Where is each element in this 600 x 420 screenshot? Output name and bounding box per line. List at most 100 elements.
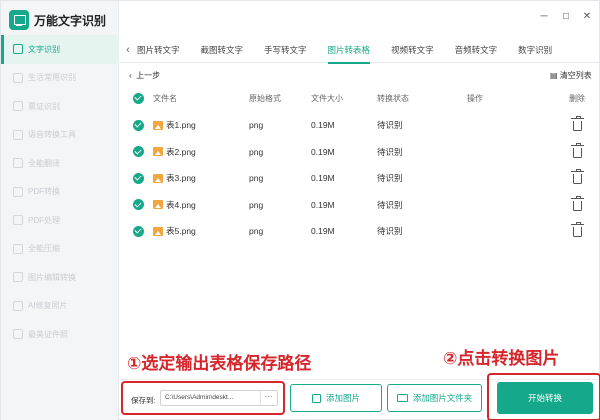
sidebar-item-icon xyxy=(13,101,23,112)
row-checkbox[interactable] xyxy=(132,119,144,131)
table-row: 表3.png png 0.19M 待识别 xyxy=(123,166,595,190)
annotation-step2: ②点击转换图片 xyxy=(443,349,560,368)
file-size: 0.19M xyxy=(311,226,335,236)
file-status: 待识别 xyxy=(377,226,403,236)
list-icon: ▤ xyxy=(550,71,558,80)
sidebar-item-label: 票证识别 xyxy=(28,101,60,111)
add-image-icon xyxy=(311,393,321,403)
row-checkbox[interactable] xyxy=(132,199,144,210)
maximize-icon[interactable]: □ xyxy=(559,11,573,22)
tab[interactable]: 图片转表格 xyxy=(327,37,370,64)
back-button[interactable]: ‹ 上一步 xyxy=(129,70,160,81)
annotation-step1: ①选定输出表格保存路径 xyxy=(127,354,312,373)
browse-more-button[interactable]: ··· xyxy=(260,391,276,405)
back-label: 上一步 xyxy=(136,71,161,80)
sidebar-item-label: 图片编辑转换 xyxy=(28,272,76,282)
sidebar-item[interactable]: 语音转换工具 xyxy=(1,121,119,150)
close-icon[interactable]: ✕ xyxy=(580,11,594,22)
sidebar-item-label: 语音转换工具 xyxy=(28,130,76,140)
add-folder-label: 添加图片文件夹 xyxy=(412,393,473,403)
file-name: 表2.png xyxy=(166,146,196,157)
sidebar-item[interactable]: 全能翻译 xyxy=(1,149,119,178)
sidebar-item-label: 全能压缩 xyxy=(28,244,60,254)
sidebar-item-label: PDF转换 xyxy=(28,187,60,197)
file-format: png xyxy=(249,226,264,236)
row-checkbox[interactable] xyxy=(132,146,144,157)
trash-icon[interactable] xyxy=(570,169,584,184)
sidebar-item-icon xyxy=(13,272,23,283)
sidebar-item-icon xyxy=(13,186,23,197)
folder-icon xyxy=(396,394,408,402)
image-file-icon xyxy=(153,173,163,183)
brand: 万能文字识别 xyxy=(9,9,106,31)
image-file-icon xyxy=(153,226,163,236)
header-delete: 删除 xyxy=(569,93,585,103)
sidebar-item[interactable]: PDF转换 xyxy=(1,178,119,207)
tab[interactable]: 视频转文字 xyxy=(391,37,434,63)
tab[interactable]: 图片转文字 xyxy=(137,37,180,63)
sidebar-item-icon xyxy=(13,44,23,55)
row-checkbox[interactable] xyxy=(132,225,144,237)
minimize-icon[interactable]: ─ xyxy=(537,11,551,22)
trash-icon[interactable] xyxy=(570,116,584,131)
sidebar-item[interactable]: 文字识别 xyxy=(1,35,119,64)
file-size: 0.19M xyxy=(311,173,335,183)
sidebar-item-icon xyxy=(13,243,23,254)
tab[interactable]: 音频转文字 xyxy=(455,37,498,63)
sidebar-item[interactable]: PDF处理 xyxy=(1,206,119,235)
start-convert-button[interactable]: 开始转换 xyxy=(497,382,593,414)
tab[interactable]: 手写转文字 xyxy=(264,37,307,63)
sidebar-item[interactable]: 最美证件照 xyxy=(1,320,119,349)
sidebar-item-label: 文字识别 xyxy=(28,44,60,54)
sidebar-item-label: AI修复照片 xyxy=(28,301,68,311)
sidebar-item[interactable]: AI修复照片 xyxy=(1,292,119,321)
sidebar-item-icon xyxy=(13,300,23,311)
header-format: 原始格式 xyxy=(249,93,281,103)
tab[interactable]: 数字识别 xyxy=(518,37,552,63)
sidebar-item-icon xyxy=(13,129,23,140)
sidebar-item-icon xyxy=(13,215,23,226)
trash-icon[interactable] xyxy=(570,222,584,237)
select-all-checkbox[interactable] xyxy=(132,92,144,104)
chevron-left-icon: ‹ xyxy=(129,71,132,80)
sidebar: 万能文字识别 文字识别生活常用识别 票证识别语音转换工具 全能翻译 PDF转换 PDF处… xyxy=(1,1,119,420)
clear-list-label: 清空列表 xyxy=(559,71,592,80)
sidebar-item[interactable]: 生活常用识别 xyxy=(1,64,119,93)
sidebar-item-icon xyxy=(13,158,23,169)
row-checkbox[interactable] xyxy=(132,172,144,184)
chevron-left-icon[interactable]: ‹ xyxy=(119,44,137,56)
add-image-label: 添加图片 xyxy=(325,393,360,403)
sidebar-item-icon xyxy=(13,72,23,83)
sidebar-item-label: 全能翻译 xyxy=(28,158,60,168)
table-header: 文件名 原始格式 文件大小 转换状态 操作 删除 xyxy=(123,87,595,109)
image-file-icon xyxy=(153,200,163,209)
add-image-button[interactable]: 添加图片 xyxy=(290,384,382,412)
trash-icon[interactable] xyxy=(570,195,584,211)
file-name: 表3.png xyxy=(166,173,196,183)
file-name: 表1.png xyxy=(166,120,196,130)
file-name: 表5.png xyxy=(166,226,196,236)
clear-list-button[interactable]: ▤ 清空列表 xyxy=(550,70,592,81)
sidebar-item-label: 生活常用识别 xyxy=(28,73,76,83)
sidebar-item-label: 最美证件照 xyxy=(28,329,68,339)
file-status: 待识别 xyxy=(377,146,403,157)
header-action: 操作 xyxy=(467,93,483,103)
tab-bar: ‹ 图片转文字 截图转文字 手写转文字 图片转表格 视频转文字 音频转文字 数字识别 xyxy=(119,37,600,64)
sidebar-item-icon xyxy=(13,329,23,340)
tab[interactable]: 截图转文字 xyxy=(201,37,244,63)
trash-icon[interactable] xyxy=(570,142,584,158)
header-status: 转换状态 xyxy=(377,93,409,103)
sidebar-item[interactable]: 图片编辑转换 xyxy=(1,263,119,292)
file-name: 表4.png xyxy=(166,199,196,210)
add-folder-button[interactable]: 添加图片文件夹 xyxy=(387,384,482,412)
header-size: 文件大小 xyxy=(311,93,343,103)
sidebar-item[interactable]: 全能压缩 xyxy=(1,235,119,264)
table-row: 表1.png png 0.19M 待识别 xyxy=(123,113,595,137)
file-status: 待识别 xyxy=(377,199,403,210)
file-format: png xyxy=(249,146,264,157)
sidebar-item-label: PDF处理 xyxy=(28,215,60,225)
file-format: png xyxy=(249,199,264,210)
table-row: 表2.png png 0.19M 待识别 xyxy=(123,140,595,164)
file-size: 0.19M xyxy=(311,120,335,130)
sidebar-item[interactable]: 票证识别 xyxy=(1,92,119,121)
